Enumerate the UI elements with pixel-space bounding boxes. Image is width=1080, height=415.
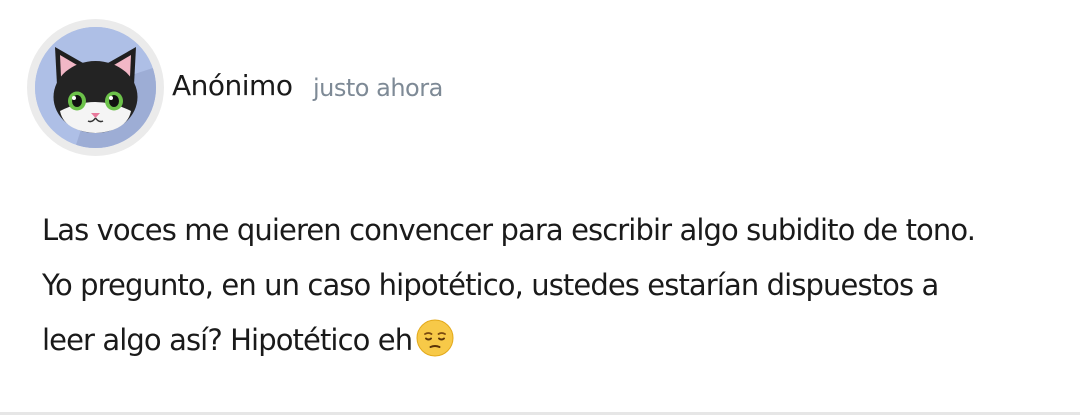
- pensive-face-icon: [416, 319, 454, 357]
- author-name[interactable]: Anónimo: [172, 66, 293, 106]
- avatar-image: [35, 27, 156, 148]
- post-text-line: Las voces me quieren convencer para escr…: [42, 213, 976, 247]
- post-text-line: Yo pregunto, en un caso hipotético, uste…: [42, 268, 939, 302]
- cat-avatar-icon: [35, 27, 156, 148]
- post-card: Anónimo justo ahora Las voces me quieren…: [0, 0, 1080, 415]
- post-text-line: leer algo así? Hipotético eh: [42, 323, 413, 357]
- post-body: Las voces me quieren convencer para escr…: [42, 203, 1052, 368]
- avatar[interactable]: [27, 19, 164, 156]
- post-text-line-last: leer algo así? Hipotético eh: [42, 313, 1052, 368]
- post-timestamp: justo ahora: [313, 74, 443, 102]
